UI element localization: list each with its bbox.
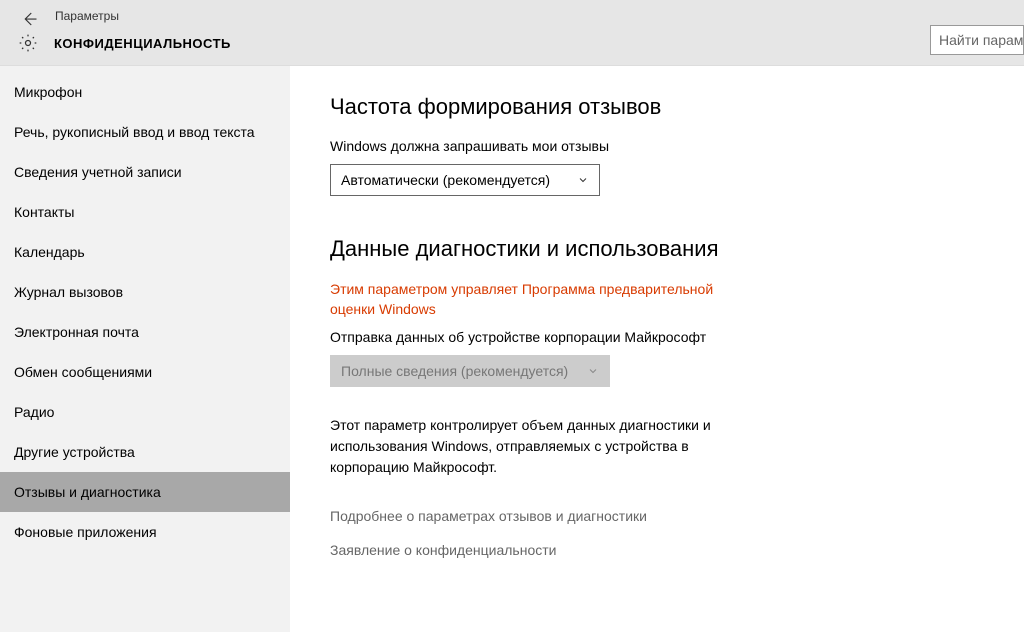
- sidebar-item-microphone[interactable]: Микрофон: [0, 72, 290, 112]
- diagnostics-dropdown-value: Полные сведения (рекомендуется): [341, 363, 568, 379]
- sidebar-item-speech-inking[interactable]: Речь, рукописный ввод и ввод текста: [0, 112, 290, 152]
- sidebar: Микрофон Речь, рукописный ввод и ввод те…: [0, 66, 290, 632]
- sidebar-item-calendar[interactable]: Календарь: [0, 232, 290, 272]
- search-input[interactable]: Найти параме: [930, 25, 1024, 55]
- search-placeholder: Найти параме: [939, 32, 1024, 48]
- back-arrow-icon: [20, 10, 38, 28]
- learn-more-link[interactable]: Подробнее о параметрах отзывов и диагнос…: [330, 508, 984, 524]
- diagnostics-description: Этот параметр контролирует объем данных …: [330, 415, 750, 478]
- window-title: Параметры: [55, 9, 119, 23]
- sidebar-item-background-apps[interactable]: Фоновые приложения: [0, 512, 290, 552]
- chevron-down-icon: [577, 174, 589, 186]
- header-breadcrumb: КОНФИДЕНЦИАЛЬНОСТЬ: [18, 33, 231, 53]
- feedback-frequency-dropdown[interactable]: Автоматически (рекомендуется): [330, 164, 600, 196]
- diagnostics-heading: Данные диагностики и использования: [330, 236, 984, 262]
- diagnostics-data-dropdown: Полные сведения (рекомендуется): [330, 355, 610, 387]
- insider-notice: Этим параметром управляет Программа пред…: [330, 280, 750, 319]
- diagnostics-label: Отправка данных об устройстве корпорации…: [330, 329, 984, 345]
- feedback-dropdown-value: Автоматически (рекомендуется): [341, 172, 550, 188]
- sidebar-item-call-history[interactable]: Журнал вызовов: [0, 272, 290, 312]
- app-header: Параметры КОНФИДЕНЦИАЛЬНОСТЬ Найти парам…: [0, 0, 1024, 66]
- sidebar-item-contacts[interactable]: Контакты: [0, 192, 290, 232]
- feedback-heading: Частота формирования отзывов: [330, 94, 984, 120]
- sidebar-item-radios[interactable]: Радио: [0, 392, 290, 432]
- main-content: Частота формирования отзывов Windows дол…: [290, 66, 1024, 632]
- gear-icon: [18, 33, 38, 53]
- back-button[interactable]: [18, 8, 40, 30]
- section-title: КОНФИДЕНЦИАЛЬНОСТЬ: [54, 36, 231, 51]
- sidebar-item-feedback-diagnostics[interactable]: Отзывы и диагностика: [0, 472, 290, 512]
- sidebar-item-other-devices[interactable]: Другие устройства: [0, 432, 290, 472]
- sidebar-item-account-info[interactable]: Сведения учетной записи: [0, 152, 290, 192]
- chevron-down-icon: [587, 365, 599, 377]
- sidebar-item-messaging[interactable]: Обмен сообщениями: [0, 352, 290, 392]
- feedback-label: Windows должна запрашивать мои отзывы: [330, 138, 984, 154]
- privacy-statement-link[interactable]: Заявление о конфиденциальности: [330, 542, 984, 558]
- sidebar-item-email[interactable]: Электронная почта: [0, 312, 290, 352]
